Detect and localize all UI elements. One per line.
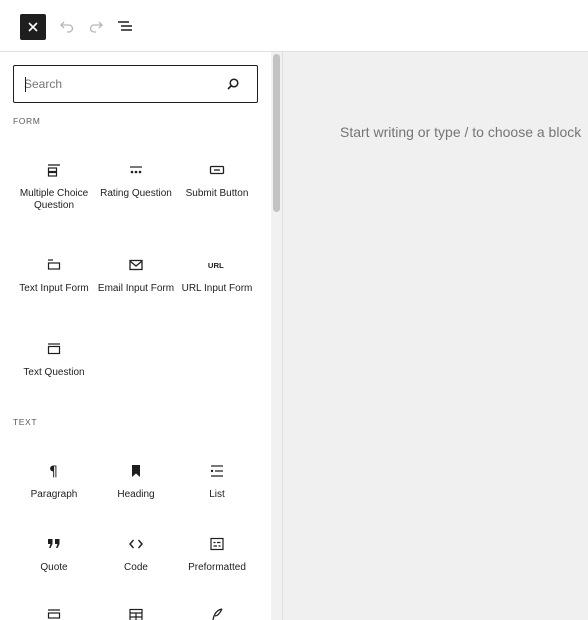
text-input-icon bbox=[44, 255, 64, 275]
url-icon: URL bbox=[207, 255, 227, 275]
block-heading[interactable]: Heading bbox=[97, 461, 175, 501]
document-overview-button[interactable] bbox=[115, 16, 135, 36]
envelope-icon bbox=[126, 255, 146, 275]
table-icon bbox=[126, 605, 146, 620]
block-preformatted[interactable]: Preformatted bbox=[178, 534, 256, 574]
block-label: Multiple Choice Question bbox=[19, 188, 89, 211]
editor-canvas[interactable]: Start writing or type / to choose a bloc… bbox=[283, 52, 588, 620]
block-label: Heading bbox=[117, 489, 155, 500]
block-label: Text Input Form bbox=[19, 283, 89, 294]
block-label: Paragraph bbox=[30, 489, 78, 500]
button-icon bbox=[207, 160, 227, 180]
close-inserter-button[interactable] bbox=[20, 14, 46, 40]
block-label: URL Input Form bbox=[181, 283, 253, 294]
paragraph-icon: ¶ bbox=[44, 461, 64, 481]
search-input[interactable] bbox=[24, 75, 214, 93]
pullquote-icon bbox=[44, 605, 64, 620]
rating-icon bbox=[126, 160, 146, 180]
search-icon[interactable] bbox=[225, 76, 241, 92]
block-label: Text Question bbox=[23, 367, 85, 378]
undo-button[interactable] bbox=[57, 16, 77, 36]
preformatted-icon bbox=[207, 534, 227, 554]
list-view-icon bbox=[118, 21, 132, 31]
block-label: List bbox=[209, 489, 225, 500]
block-verse[interactable] bbox=[178, 605, 256, 620]
category-label-text: TEXT bbox=[13, 417, 38, 427]
code-icon bbox=[126, 534, 146, 554]
block-label: Quote bbox=[40, 562, 68, 573]
block-submit-button[interactable]: Submit Button bbox=[178, 160, 256, 200]
block-pullquote[interactable] bbox=[15, 605, 93, 620]
list-icon bbox=[207, 461, 227, 481]
quote-icon bbox=[44, 534, 64, 554]
block-label: Submit Button bbox=[185, 188, 249, 199]
undo-icon bbox=[60, 21, 74, 33]
category-label-form: FORM bbox=[13, 116, 41, 126]
text-cursor bbox=[25, 77, 26, 92]
close-icon bbox=[28, 22, 38, 32]
inserter-scrollbar[interactable] bbox=[271, 52, 282, 620]
block-label: Code bbox=[124, 562, 148, 573]
block-url-input-form[interactable]: URL URL Input Form bbox=[178, 255, 256, 295]
block-multiple-choice-question[interactable]: Multiple Choice Question bbox=[15, 160, 93, 211]
block-quote[interactable]: Quote bbox=[15, 534, 93, 574]
block-label: Email Input Form bbox=[97, 283, 175, 294]
block-code[interactable]: Code bbox=[97, 534, 175, 574]
block-inserter-panel: FORM Multiple Choice Question Rating Que… bbox=[0, 52, 283, 620]
editor-toolbar bbox=[0, 0, 588, 52]
search-box bbox=[13, 65, 258, 103]
block-label: Preformatted bbox=[188, 562, 246, 573]
block-paragraph[interactable]: ¶ Paragraph bbox=[15, 461, 93, 501]
svg-text:URL: URL bbox=[208, 261, 224, 270]
block-table[interactable] bbox=[97, 605, 175, 620]
block-text-input-form[interactable]: Text Input Form bbox=[15, 255, 93, 295]
verse-icon bbox=[207, 605, 227, 620]
redo-button[interactable] bbox=[86, 16, 106, 36]
text-question-icon bbox=[44, 339, 64, 359]
redo-icon bbox=[89, 21, 103, 33]
scrollbar-thumb[interactable] bbox=[273, 54, 280, 212]
block-list[interactable]: List bbox=[178, 461, 256, 501]
svg-text:¶: ¶ bbox=[49, 464, 58, 479]
block-rating-question[interactable]: Rating Question bbox=[97, 160, 175, 200]
block-text-question[interactable]: Text Question bbox=[15, 339, 93, 379]
block-email-input-form[interactable]: Email Input Form bbox=[97, 255, 175, 295]
heading-icon bbox=[126, 461, 146, 481]
block-label: Rating Question bbox=[100, 188, 172, 199]
multiple-choice-icon bbox=[44, 160, 64, 180]
editor-placeholder[interactable]: Start writing or type / to choose a bloc… bbox=[340, 124, 581, 140]
